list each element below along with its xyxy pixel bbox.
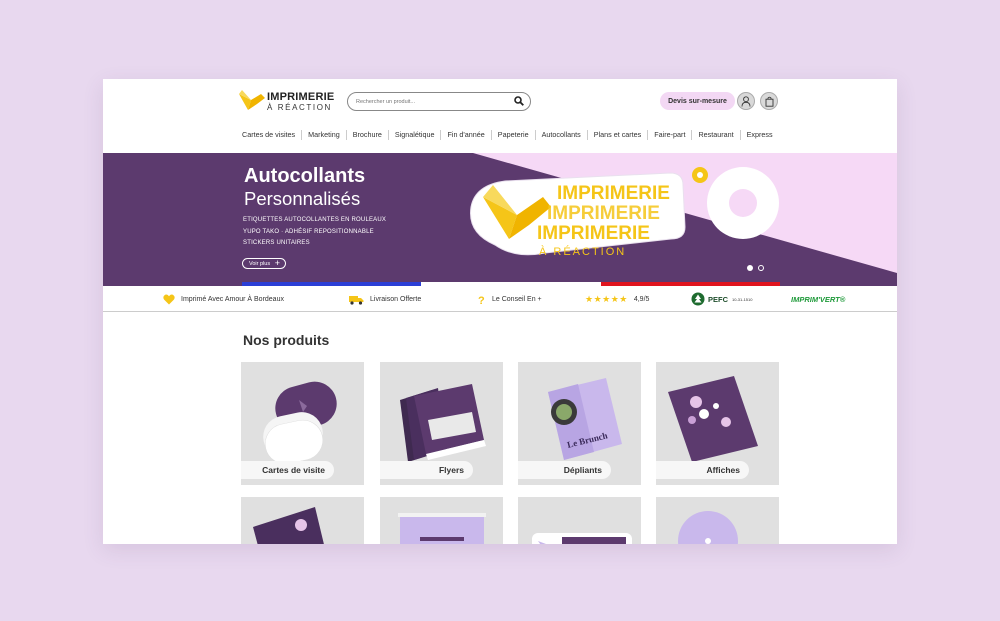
main-nav: Cartes de visites Marketing Brochure Sig…	[237, 129, 779, 141]
trust-made-label: Imprimé Avec Amour À Bordeaux	[181, 295, 284, 303]
trust-advice: ? Le Conseil En +	[478, 293, 542, 305]
pefc-code: 10-31-1510	[732, 296, 753, 302]
trust-pefc: PEFC 10-31-1510	[691, 292, 753, 306]
product-label: Dépliants	[518, 461, 611, 479]
delivery-truck-icon	[349, 295, 364, 305]
nav-item-faire-part[interactable]: Faire-part	[647, 130, 691, 140]
french-flag-stripe	[242, 282, 780, 286]
plus-icon: +	[274, 258, 280, 268]
trust-advice-label: Le Conseil En +	[492, 295, 542, 303]
bird-logo-icon	[239, 90, 265, 110]
product-image	[253, 507, 324, 544]
trust-bar: Imprimé Avec Amour À Bordeaux Livraison …	[103, 287, 897, 312]
product-label: Affiches	[656, 461, 749, 479]
nav-item-fin-d-annee[interactable]: Fin d'année	[440, 130, 490, 140]
trust-rating: ★★★★★ 4,9/5	[585, 293, 649, 305]
product-image	[678, 511, 738, 544]
trust-made-in-bordeaux: Imprimé Avec Amour À Bordeaux	[163, 293, 284, 305]
browser-page: IMPRIMERIE À RÉACTION Devis sur-mesure C…	[103, 79, 897, 544]
hero-features: ETIQUETTES AUTOCOLLANTES EN ROULEAUX YUP…	[243, 215, 386, 250]
nav-item-express[interactable]: Express	[739, 130, 779, 140]
imprimvert-logo: IMPRIM'VERT®	[791, 294, 846, 304]
pefc-tree-icon	[691, 292, 705, 306]
carousel-dot-1[interactable]	[747, 265, 753, 271]
product-card-cartes-de-visite[interactable]: Cartes de visite	[241, 362, 364, 485]
carousel-dot-2[interactable]	[758, 265, 764, 271]
sticker-text-3: IMPRIMERIE	[537, 223, 650, 244]
product-card-row2-4[interactable]	[656, 497, 779, 544]
voir-plus-label: Voir plus	[249, 260, 271, 267]
nav-item-autocollants[interactable]: Autocollants	[534, 130, 587, 140]
account-button[interactable]	[737, 92, 755, 110]
logo-text-sub: À RÉACTION	[267, 103, 332, 112]
search-input[interactable]	[356, 95, 506, 108]
search-icon[interactable]	[514, 96, 524, 106]
cart-button[interactable]	[760, 92, 778, 110]
question-mark-icon: ?	[478, 295, 485, 305]
trust-delivery: Livraison Offerte	[349, 293, 421, 305]
hero-feature-line: YUPO TAKO · ADHÉSIF REPOSITIONNABLE	[243, 228, 374, 235]
pefc-label: PEFC	[708, 294, 729, 304]
product-image	[398, 513, 486, 544]
trust-imprimvert: IMPRIM'VERT®	[791, 293, 845, 305]
nav-item-restaurant[interactable]: Restaurant	[691, 130, 739, 140]
sticker-illustration: IMPRIMERIE IMPRIMERIE IMPRIMERIE À RÉACT…	[470, 172, 686, 258]
voir-plus-button[interactable]: Voir plus +	[242, 258, 286, 269]
devis-button[interactable]: Devis sur-mesure	[660, 92, 735, 110]
nav-item-brochure[interactable]: Brochure	[345, 130, 388, 140]
sticker-text-2: IMPRIMERIE	[547, 203, 660, 224]
hero-feature-line: ETIQUETTES AUTOCOLLANTES EN ROULEAUX	[243, 217, 387, 223]
nav-item-papeterie[interactable]: Papeterie	[490, 130, 535, 140]
section-title-products: Nos produits	[243, 332, 330, 348]
nav-item-plans-et-cartes[interactable]: Plans et cartes	[586, 130, 648, 140]
rating-stars-icon: ★★★★★	[585, 293, 628, 304]
hero-subtitle: Personnalisés	[244, 188, 361, 209]
product-card-row2-3[interactable]	[518, 497, 641, 544]
search-bar[interactable]	[347, 92, 531, 111]
hero-banner[interactable]: IMPRIMERIE IMPRIMERIE IMPRIMERIE À RÉACT…	[103, 153, 897, 286]
hero-title: Autocollants	[244, 165, 366, 187]
hero-feature-line: STICKERS UNITAIRES	[243, 240, 310, 246]
product-card-row2-2[interactable]	[380, 497, 503, 544]
svg-text:?: ?	[478, 295, 485, 305]
trust-delivery-label: Livraison Offerte	[370, 295, 422, 303]
heart-icon	[163, 294, 175, 304]
nav-item-signaletique[interactable]: Signalétique	[387, 130, 441, 140]
product-card-depliants[interactable]: Le Brunch Dépliants	[518, 362, 641, 485]
nav-item-marketing[interactable]: Marketing	[301, 130, 346, 140]
logo-text-main: IMPRIMERIE	[267, 91, 335, 103]
rating-value: 4,9/5	[633, 295, 650, 303]
product-card-affiches[interactable]: Affiches	[656, 362, 779, 485]
product-label: Flyers	[380, 461, 473, 479]
sticker-text-sub: À RÉACTION	[539, 245, 626, 258]
product-card-row2-1[interactable]	[241, 497, 364, 544]
product-label: Cartes de visite	[241, 461, 334, 479]
sticker-text-1: IMPRIMERIE	[557, 183, 670, 204]
user-icon	[741, 95, 751, 107]
site-logo[interactable]: IMPRIMERIE À RÉACTION	[239, 88, 339, 114]
nav-item-cartes-de-visites[interactable]: Cartes de visites	[237, 130, 301, 140]
product-card-flyers[interactable]: Flyers	[380, 362, 503, 485]
product-image	[532, 533, 632, 544]
shopping-bag-icon	[765, 96, 773, 107]
